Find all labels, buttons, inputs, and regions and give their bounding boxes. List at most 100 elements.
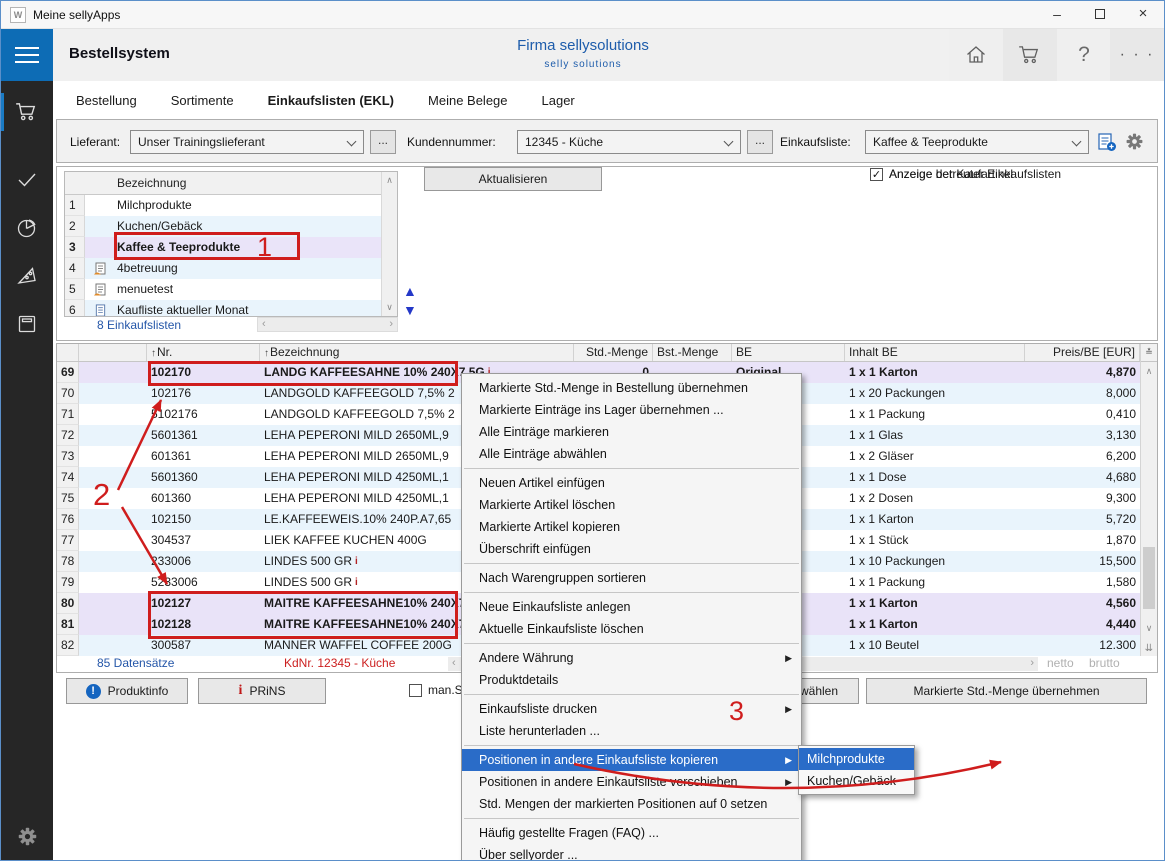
column-header-bezeichnung[interactable]: ↑Bezeichnung xyxy=(260,344,574,361)
context-menu-item[interactable]: Markierte Artikel kopieren xyxy=(462,516,801,538)
context-menu-item[interactable]: Andere Währung ▶ xyxy=(462,647,801,669)
list-item[interactable]: 5 menuetest xyxy=(65,279,397,300)
list-item[interactable]: 4 4betreuung xyxy=(65,258,397,279)
sort-all-icon[interactable]: ≛ xyxy=(1141,344,1157,362)
context-menu-item[interactable]: Neue Einkaufsliste anlegen xyxy=(462,596,801,618)
table-vertical-scrollbar[interactable]: ≛ ∧ ∨ ⇊ xyxy=(1140,344,1157,656)
list-action-button[interactable]: Aktualisieren xyxy=(424,167,602,191)
context-menu-item[interactable]: Std. Mengen der markierten Positionen au… xyxy=(462,793,801,815)
tab[interactable]: Bestellung xyxy=(76,93,137,108)
context-menu-item[interactable]: Markierte Artikel löschen xyxy=(462,494,801,516)
produktinfo-button[interactable]: ! Produktinfo xyxy=(66,678,188,704)
list-item[interactable]: 1 Milchprodukte xyxy=(65,195,397,216)
help-button[interactable]: ? xyxy=(1057,29,1111,81)
lieferant-more-button[interactable]: ... xyxy=(370,130,396,154)
move-up-button[interactable]: ▲ xyxy=(403,283,419,299)
more-button[interactable]: · · · xyxy=(1110,29,1164,81)
maximize-icon xyxy=(1095,9,1105,19)
tab[interactable]: Einkaufslisten (EKL) xyxy=(268,93,394,108)
context-menu-item[interactable]: Markierte Einträge ins Lager übernehmen … xyxy=(462,399,801,421)
cell-flag xyxy=(79,551,147,572)
scroll-left-icon[interactable]: ‹ xyxy=(452,657,456,670)
context-menu-item[interactable]: Überschrift einfügen xyxy=(462,538,801,560)
scrollbar-thumb[interactable] xyxy=(1143,547,1155,609)
column-header-std-menge[interactable]: Std.-Menge xyxy=(574,344,653,361)
scroll-up-icon[interactable]: ∧ xyxy=(382,175,397,186)
context-menu-item[interactable]: Häufig gestellte Fragen (FAQ) ... xyxy=(462,822,801,844)
context-menu-item[interactable]: Liste herunterladen ... xyxy=(462,720,801,742)
home-button[interactable] xyxy=(949,29,1003,81)
scroll-up-icon[interactable]: ∧ xyxy=(1141,366,1157,377)
move-down-button[interactable]: ▼ xyxy=(403,302,419,318)
menu-separator xyxy=(464,694,799,695)
tab[interactable]: Lager xyxy=(542,93,575,108)
kundennummer-select[interactable]: 12345 - Küche xyxy=(517,130,741,154)
context-menu-item[interactable]: Alle Einträge markieren xyxy=(462,421,801,443)
context-menu-item[interactable]: Aktuelle Einkaufsliste löschen xyxy=(462,618,801,640)
cell-rownum: 72 xyxy=(57,425,79,446)
context-menu-item[interactable]: Nach Warengruppen sortieren xyxy=(462,567,801,589)
lists-horizontal-scrollbar[interactable]: ‹ › xyxy=(257,317,398,332)
add-list-button[interactable] xyxy=(1097,132,1117,152)
sidebar-item-confirm[interactable] xyxy=(1,159,53,201)
brutto-toggle[interactable]: brutto xyxy=(1089,656,1120,671)
shopping-lists-grid: Bezeichnung 1 Milchprodukte 2 xyxy=(64,171,398,317)
tab[interactable]: Meine Belege xyxy=(428,93,508,108)
list-item-number: 2 xyxy=(65,216,85,237)
take-std-menge-button[interactable]: Markierte Std.-Menge übernehmen xyxy=(866,678,1147,704)
context-menu-item[interactable]: Positionen in andere Einkaufsliste kopie… xyxy=(462,749,801,771)
tab[interactable]: Sortimente xyxy=(171,93,234,108)
context-menu-item[interactable]: Markierte Std.-Menge in Bestellung übern… xyxy=(462,377,801,399)
prins-button[interactable]: i PRiNS xyxy=(198,678,326,704)
context-menu-item[interactable]: Einkaufsliste drucken ▶ xyxy=(462,698,801,720)
context-menu-item[interactable]: Positionen in andere Einkaufsliste versc… xyxy=(462,771,801,793)
sidebar-item-order[interactable] xyxy=(1,91,53,133)
column-header-bst-menge[interactable]: Bst.-Menge xyxy=(653,344,732,361)
scroll-right-icon[interactable]: › xyxy=(1030,657,1034,670)
list-item[interactable]: 3 Kaffee & Teeprodukte xyxy=(65,237,397,258)
scroll-down-icon[interactable]: ∨ xyxy=(382,302,397,313)
kundennummer-more-button[interactable]: ... xyxy=(747,130,773,154)
netto-toggle[interactable]: netto xyxy=(1047,656,1074,671)
minimize-button[interactable]: – xyxy=(1034,1,1080,29)
sidebar-item-archive[interactable] xyxy=(1,303,53,345)
context-menu: Markierte Std.-Menge in Bestellung übern… xyxy=(461,373,802,861)
cart-button[interactable] xyxy=(1003,29,1057,81)
scroll-left-icon[interactable]: ‹ xyxy=(262,318,266,331)
context-menu-item[interactable]: Über sellyorder ... xyxy=(462,844,801,861)
scroll-jump-down-icon[interactable]: ⇊ xyxy=(1141,643,1157,654)
list-item[interactable]: 2 Kuchen/Gebäck xyxy=(65,216,397,237)
einkaufsliste-select[interactable]: Kaffee & Teeprodukte xyxy=(865,130,1089,154)
submenu-item[interactable]: Milchprodukte xyxy=(799,748,914,770)
scroll-down-icon[interactable]: ∨ xyxy=(1141,623,1157,634)
context-menu-item[interactable]: Alle Einträge abwählen xyxy=(462,443,801,465)
menu-button[interactable] xyxy=(1,29,53,81)
column-header-nr[interactable]: ↑Nr. xyxy=(147,344,260,361)
checkbox-icon[interactable] xyxy=(409,684,422,697)
column-header-inhalt-be[interactable]: Inhalt BE xyxy=(845,344,1025,361)
menu-separator xyxy=(464,563,799,564)
context-menu-item[interactable]: Neuen Artikel einfügen xyxy=(462,472,801,494)
checkbox-row[interactable]: ✓ Anzeige betreuter Einkaufslisten xyxy=(870,167,1061,181)
maximize-button[interactable] xyxy=(1077,1,1123,29)
list-settings-button[interactable] xyxy=(1125,132,1144,151)
record-count: 85 Datensätze xyxy=(97,656,174,671)
lists-vertical-scrollbar[interactable]: ∧ ∨ xyxy=(381,172,397,316)
sidebar-item-settings[interactable] xyxy=(1,818,53,854)
sidebar-item-menu-plan[interactable] xyxy=(1,255,53,297)
lieferant-select[interactable]: Unser Trainingslieferant xyxy=(130,130,364,154)
cell-flag xyxy=(79,488,147,509)
scroll-right-icon[interactable]: › xyxy=(389,318,393,331)
column-header-preis[interactable]: Preis/BE [EUR] xyxy=(1025,344,1140,361)
checkbox-icon[interactable]: ✓ xyxy=(870,168,883,181)
close-button[interactable]: × xyxy=(1120,1,1165,29)
submenu-item[interactable]: Kuchen/Gebäck xyxy=(799,770,914,792)
list-item[interactable]: 6 Kaufliste aktueller Monat xyxy=(65,300,397,317)
info-icon[interactable]: i xyxy=(355,556,358,567)
context-menu-item[interactable]: Produktdetails xyxy=(462,669,801,691)
column-header-be[interactable]: BE xyxy=(732,344,845,361)
sidebar-item-statistics[interactable] xyxy=(1,207,53,249)
info-icon[interactable]: i xyxy=(355,577,358,588)
help-icon: ? xyxy=(1078,43,1090,67)
cell-nr: 102150 xyxy=(147,509,260,530)
